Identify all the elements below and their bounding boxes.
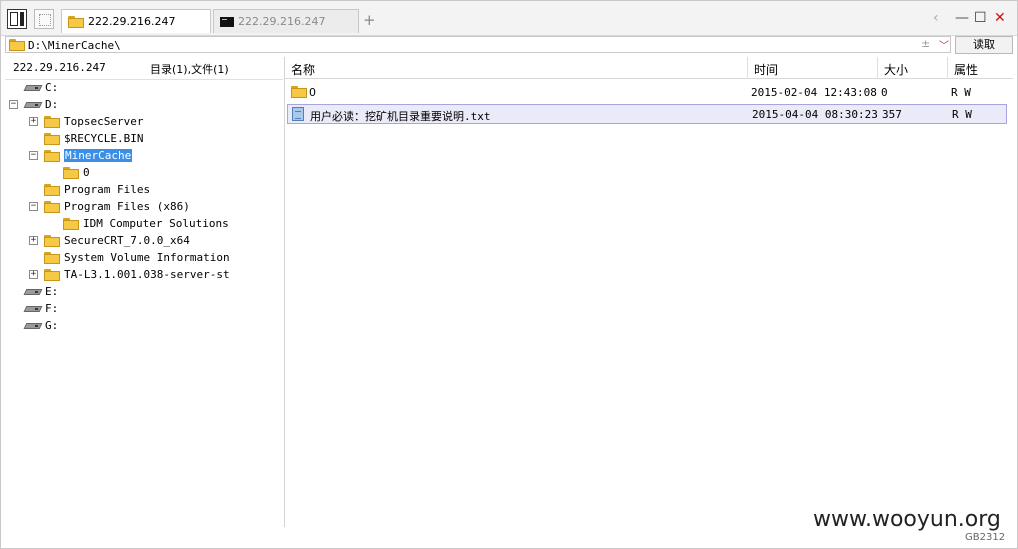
file-row[interactable]: 0 2015-02-04 12:43:08 0 R W	[287, 82, 1007, 102]
tree-item[interactable]: C:	[25, 79, 58, 96]
collapse-toggle[interactable]: −	[29, 151, 38, 160]
tab-terminal[interactable]: 222.29.216.247	[213, 9, 359, 33]
tab-label: 222.29.216.247	[238, 15, 326, 28]
tree-header: 222.29.216.247 目录(1),文件(1)	[5, 57, 283, 80]
tree-item[interactable]: − D:	[9, 96, 58, 113]
tree-item-label: Program Files	[64, 183, 151, 196]
tree-item-label: G:	[45, 319, 59, 332]
file-name: 0	[309, 86, 316, 99]
column-header-name[interactable]: 名称	[285, 57, 747, 79]
file-size: 0	[881, 86, 888, 99]
folder-icon	[44, 132, 60, 145]
column-header-time[interactable]: 时间	[747, 57, 877, 79]
tab-file-manager[interactable]: 222.29.216.247	[61, 9, 211, 33]
folder-icon	[44, 149, 60, 162]
file-time: 2015-04-04 08:30:23	[752, 108, 878, 121]
drive-icon	[25, 304, 41, 313]
path-input[interactable]: D:\MinerCache\ ± ﹀	[5, 36, 951, 53]
tree-item-label: MinerCache	[64, 149, 133, 162]
host-address: 222.29.216.247	[13, 61, 106, 74]
folder-icon	[63, 217, 79, 230]
chevron-down-icon[interactable]: ﹀	[939, 37, 949, 52]
folder-icon	[63, 166, 79, 179]
file-size: 357	[882, 108, 902, 121]
terminal-icon	[220, 16, 234, 27]
file-name-text: 用户必读：挖矿机目录重要说明	[310, 110, 464, 123]
tree-item-label: TA-L3.1.001.038-server-st	[64, 268, 230, 281]
tree-item-label: F:	[45, 302, 59, 315]
toggle-panel-icon[interactable]	[7, 9, 27, 29]
folder-icon	[44, 251, 60, 264]
tree-item-label: 0	[83, 166, 90, 179]
drive-icon	[25, 287, 41, 296]
item-counts: 目录(1),文件(1)	[150, 63, 229, 76]
tree-item[interactable]: + SecureCRT_7.0.0_x64	[29, 232, 190, 249]
drive-icon	[25, 100, 41, 109]
expand-toggle[interactable]: +	[29, 117, 38, 126]
tree-item-label: System Volume Information	[64, 251, 230, 264]
minimize-icon[interactable]: —	[955, 10, 969, 26]
tree-item-label: IDM Computer Solutions	[83, 217, 229, 230]
folder-icon	[44, 115, 60, 128]
file-attr: R W	[951, 86, 971, 99]
file-row-selected[interactable]: 用户必读：挖矿机目录重要说明.txt 2015-04-04 08:30:23 3…	[287, 104, 1007, 124]
file-name: 用户必读：挖矿机目录重要说明.txt	[310, 108, 491, 124]
file-attr: R W	[952, 108, 972, 121]
tree-item-label: Program Files (x86)	[64, 200, 190, 213]
folder-icon	[44, 200, 60, 213]
tree-item-label: SecureCRT_7.0.0_x64	[64, 234, 190, 247]
file-extension: .txt	[464, 110, 491, 123]
tree-item[interactable]: IDM Computer Solutions	[63, 215, 229, 232]
expand-toggle[interactable]: +	[29, 236, 38, 245]
folder-icon	[9, 39, 25, 51]
tree-item[interactable]: 0	[63, 164, 90, 181]
path-up-icon[interactable]: ±	[921, 37, 930, 50]
tree-item-label: D:	[45, 98, 59, 111]
close-icon[interactable]: ✕	[994, 10, 1006, 26]
tree-item[interactable]: G:	[25, 317, 58, 334]
new-session-icon[interactable]	[34, 9, 54, 29]
directory-tree: C: − D: + TopsecServer $RECYCLE.BIN − Mi…	[5, 79, 283, 527]
tab-label: 222.29.216.247	[88, 15, 176, 28]
maximize-icon[interactable]: ☐	[974, 10, 987, 26]
tree-item[interactable]: F:	[25, 300, 58, 317]
window-frame: 222.29.216.247 222.29.216.247 + ‹ — ☐ ✕ …	[0, 0, 1018, 549]
folder-icon	[291, 86, 307, 98]
back-icon[interactable]: ‹	[933, 10, 939, 26]
encoding-indicator: GB2312	[965, 532, 1006, 543]
path-value[interactable]: D:\MinerCache\	[28, 39, 121, 52]
tab-bar: 222.29.216.247 222.29.216.247 + ‹ — ☐ ✕	[1, 1, 1017, 36]
drive-icon	[25, 321, 41, 330]
column-header-size[interactable]: 大小	[877, 57, 947, 79]
expand-toggle[interactable]: +	[29, 270, 38, 279]
tree-item[interactable]: + TopsecServer	[29, 113, 143, 130]
watermark: www.wooyun.org	[813, 507, 1001, 532]
tree-item-label: $RECYCLE.BIN	[64, 132, 144, 145]
file-time: 2015-02-04 12:43:08	[751, 86, 877, 99]
tree-item-label: TopsecServer	[64, 115, 144, 128]
folder-icon	[44, 183, 60, 196]
folder-icon	[68, 15, 84, 28]
column-header-attr[interactable]: 属性	[947, 57, 1013, 79]
folder-icon	[44, 268, 60, 281]
tree-item[interactable]: System Volume Information	[44, 249, 230, 266]
tree-item[interactable]: $RECYCLE.BIN	[44, 130, 143, 147]
tree-item[interactable]: − Program Files (x86)	[29, 198, 190, 215]
collapse-toggle[interactable]: −	[9, 100, 18, 109]
read-button[interactable]: 读取	[955, 36, 1013, 54]
tree-item[interactable]: + TA-L3.1.001.038-server-st	[29, 266, 230, 283]
tree-item-label: E:	[45, 285, 59, 298]
folder-icon	[44, 234, 60, 247]
tree-item-selected[interactable]: − MinerCache	[29, 147, 133, 164]
file-list: 0 2015-02-04 12:43:08 0 R W 用户必读：挖矿机目录重要…	[285, 80, 1013, 527]
collapse-toggle[interactable]: −	[29, 202, 38, 211]
tree-item[interactable]: Program Files	[44, 181, 150, 198]
text-file-icon	[292, 107, 304, 121]
tree-item[interactable]: E:	[25, 283, 58, 300]
drive-icon	[25, 83, 41, 92]
add-tab-button[interactable]: +	[363, 11, 376, 29]
tree-item-label: C:	[45, 81, 59, 94]
